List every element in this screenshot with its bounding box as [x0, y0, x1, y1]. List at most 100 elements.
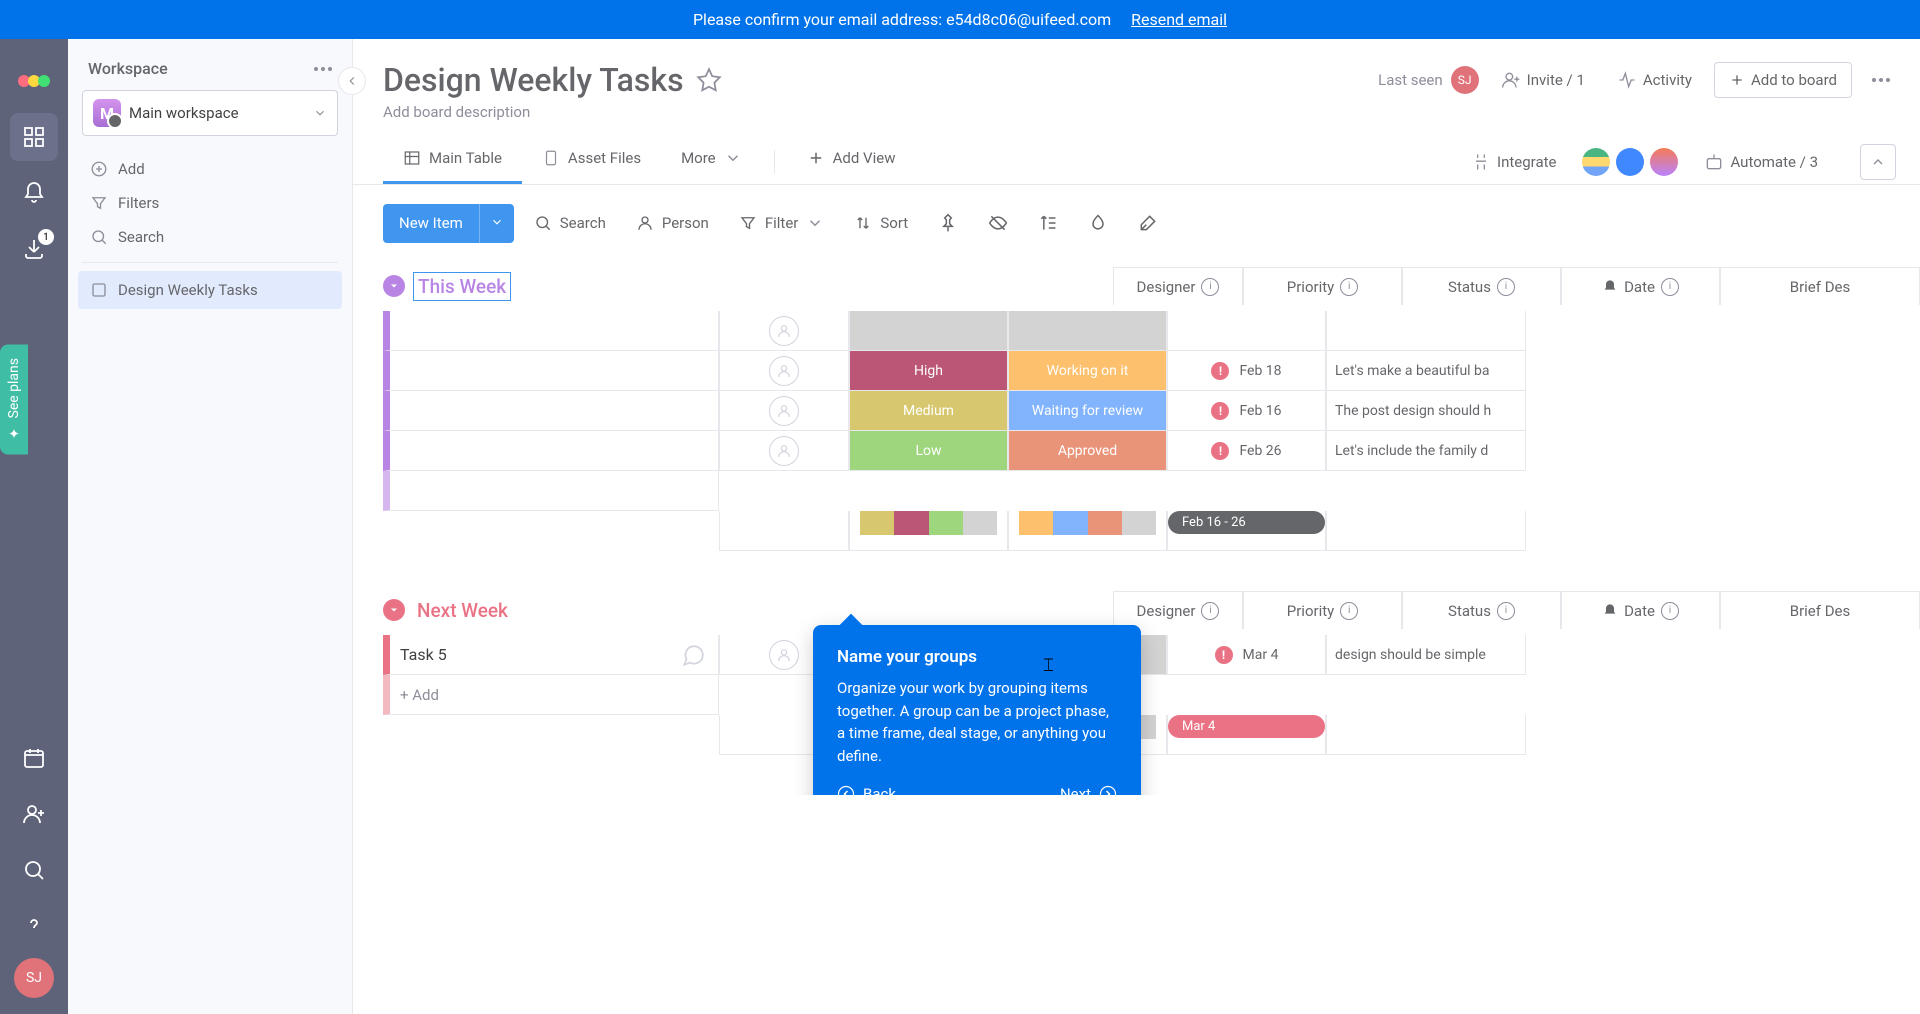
col-status: Statusi [1402, 267, 1561, 305]
automate-button[interactable]: Automate / 3 [1694, 146, 1828, 178]
table-row[interactable]: Task 5 !Mar 4 design should be simple [383, 635, 1920, 675]
info-icon[interactable]: i [1661, 278, 1679, 296]
date-cell[interactable]: !Feb 18 [1167, 351, 1326, 391]
sidebar-search[interactable]: Search [78, 220, 342, 254]
alert-icon: ! [1215, 646, 1233, 664]
group-toggle-icon[interactable] [383, 275, 405, 297]
tooltip-next-button[interactable]: Next [1060, 785, 1117, 795]
add-item-row[interactable]: + Add [383, 675, 1920, 715]
brief-cell[interactable]: design should be simple [1326, 635, 1526, 675]
person-placeholder-icon[interactable] [769, 316, 799, 346]
new-item-button[interactable]: New Item [383, 204, 514, 243]
toolbar-other-icon[interactable] [1128, 203, 1168, 243]
sidebar-add[interactable]: Add [78, 152, 342, 186]
toolbar-filter[interactable]: Filter [729, 206, 835, 240]
collapse-header-button[interactable] [1860, 144, 1896, 180]
info-icon[interactable]: i [1201, 278, 1219, 296]
add-item-row[interactable] [383, 471, 1920, 511]
person-placeholder-icon[interactable] [769, 640, 799, 670]
group-summary-row: Mar 4 [383, 715, 1920, 755]
person-placeholder-icon[interactable] [769, 396, 799, 426]
toolbar-color-icon[interactable] [1078, 203, 1118, 243]
info-icon[interactable]: i [1497, 602, 1515, 620]
favorite-star-icon[interactable] [696, 67, 722, 93]
rail-help-icon[interactable] [10, 902, 58, 950]
group-toggle-icon[interactable] [383, 599, 405, 621]
invite-button[interactable]: Invite / 1 [1491, 64, 1595, 96]
priority-cell[interactable] [849, 311, 1008, 351]
rail-inbox-icon[interactable]: 1 [10, 225, 58, 273]
info-icon[interactable]: i [1497, 278, 1515, 296]
table-row[interactable]: Low Approved !Feb 26 Let's include the f… [383, 431, 1920, 471]
status-cell[interactable]: Waiting for review [1008, 391, 1167, 431]
last-seen[interactable]: Last seenSJ [1378, 66, 1479, 94]
toolbar-pin-icon[interactable] [928, 203, 968, 243]
group-title-input[interactable]: This Week [413, 272, 511, 301]
board-description[interactable]: Add board description [383, 103, 1890, 121]
brief-cell[interactable]: Let's make a beautiful ba [1326, 351, 1526, 391]
tooltip-back-button[interactable]: Back [837, 785, 896, 795]
priority-cell[interactable]: Low [849, 431, 1008, 471]
sidebar-collapse-button[interactable] [338, 67, 366, 95]
brief-cell[interactable]: Let's include the family d [1326, 431, 1526, 471]
person-placeholder-icon[interactable] [769, 356, 799, 386]
rail-user-avatar[interactable]: SJ [14, 958, 54, 998]
rail-people-icon[interactable] [10, 790, 58, 838]
group-next-week: Next Week Designeri Priorityi Statusi Da… [383, 591, 1920, 755]
board-title[interactable]: Design Weekly Tasks [383, 61, 684, 99]
info-icon[interactable]: i [1661, 602, 1679, 620]
tab-main-table[interactable]: Main Table [383, 139, 522, 184]
brief-cell[interactable] [1326, 311, 1526, 351]
table-row[interactable] [383, 311, 1920, 351]
group-title[interactable]: Next Week [413, 597, 512, 624]
alert-icon: ! [1211, 402, 1229, 420]
info-icon[interactable]: i [1201, 602, 1219, 620]
status-cell[interactable]: Working on it [1008, 351, 1167, 391]
table-row[interactable]: Medium Waiting for review !Feb 16 The po… [383, 391, 1920, 431]
integrate-button[interactable]: Integrate [1461, 146, 1566, 178]
table-row[interactable]: High Working on it !Feb 18 Let's make a … [383, 351, 1920, 391]
resend-email-link[interactable]: Resend email [1131, 10, 1227, 29]
date-cell[interactable]: !Feb 16 [1167, 391, 1326, 431]
status-cell[interactable] [1008, 311, 1167, 351]
board-toolbar: New Item Search Person Filter Sort [353, 185, 1920, 261]
activity-button[interactable]: Activity [1607, 64, 1702, 96]
date-cell[interactable] [1167, 311, 1326, 351]
rail-calendar-icon[interactable] [10, 734, 58, 782]
sidebar-filters[interactable]: Filters [78, 186, 342, 220]
rail-search-icon[interactable] [10, 846, 58, 894]
main-content: Design Weekly Tasks Last seenSJ Invite /… [353, 39, 1920, 1014]
workspace-selector[interactable]: M Main workspace [82, 90, 338, 136]
date-cell[interactable]: !Mar 4 [1167, 635, 1326, 675]
see-plans-tab[interactable]: ✦ See plans [0, 344, 28, 454]
priority-cell[interactable]: High [849, 351, 1008, 391]
workspace-icon: M [93, 99, 121, 127]
rail-notifications-icon[interactable] [10, 169, 58, 217]
info-icon[interactable]: i [1340, 602, 1358, 620]
monday-logo-icon[interactable] [16, 57, 52, 93]
rail-workspaces-icon[interactable] [10, 113, 58, 161]
sidebar-board-item[interactable]: Design Weekly Tasks [78, 271, 342, 309]
toolbar-search[interactable]: Search [524, 206, 616, 240]
date-cell[interactable]: !Feb 26 [1167, 431, 1326, 471]
new-item-dropdown-icon[interactable] [479, 204, 514, 243]
chat-icon[interactable] [680, 642, 706, 668]
add-view-button[interactable]: Add View [787, 139, 916, 184]
board-menu-icon[interactable] [1872, 78, 1890, 82]
date-range-pill: Mar 4 [1168, 715, 1325, 738]
info-icon[interactable]: i [1340, 278, 1358, 296]
status-cell[interactable]: Approved [1008, 431, 1167, 471]
sidebar-menu-icon[interactable] [314, 67, 332, 71]
toolbar-hide-icon[interactable] [978, 203, 1018, 243]
toolbar-sort[interactable]: Sort [844, 206, 918, 240]
tab-more[interactable]: More [661, 139, 762, 184]
banner-text: Please confirm your email address: e54d8… [693, 10, 1111, 29]
toolbar-height-icon[interactable] [1028, 203, 1068, 243]
person-placeholder-icon[interactable] [769, 436, 799, 466]
brief-cell[interactable]: The post design should h [1326, 391, 1526, 431]
toolbar-person[interactable]: Person [626, 206, 719, 240]
tab-asset-files[interactable]: Asset Files [522, 139, 661, 184]
col-brief: Brief Des [1720, 267, 1920, 305]
add-to-board-button[interactable]: Add to board [1714, 62, 1852, 98]
priority-cell[interactable]: Medium [849, 391, 1008, 431]
